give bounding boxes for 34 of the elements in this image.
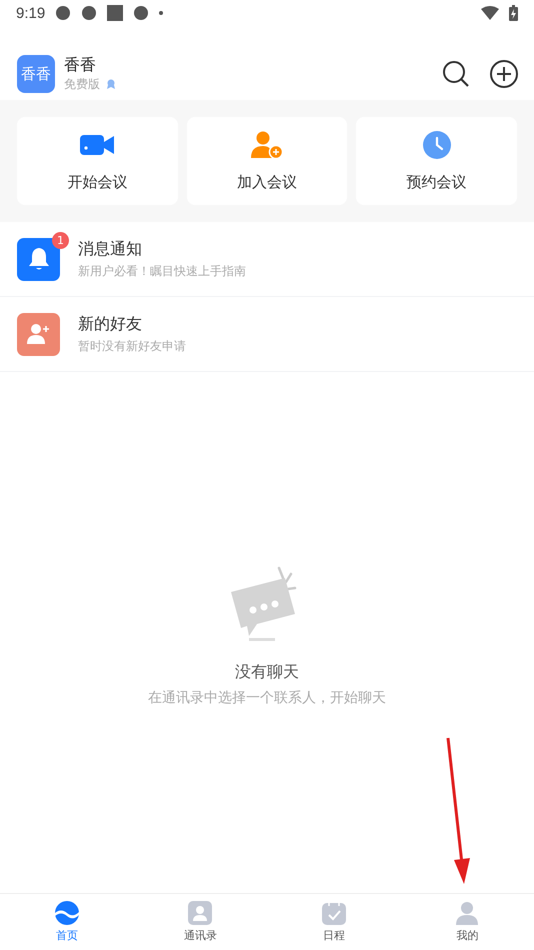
wifi-icon xyxy=(481,6,499,20)
calendar-icon xyxy=(322,901,346,925)
add-person-icon xyxy=(250,130,283,158)
action-card[interactable]: 开始会议 xyxy=(17,117,178,205)
contact-icon xyxy=(188,901,212,925)
user-name: 香香 xyxy=(64,55,97,76)
status-time: 9:19 xyxy=(16,4,46,22)
person-icon xyxy=(455,901,480,925)
unread-badge: 1 xyxy=(52,232,69,248)
add-icon[interactable] xyxy=(490,60,518,88)
item-subtitle: 新用户必看！瞩目快速上手指南 xyxy=(78,262,246,280)
battery-icon xyxy=(509,5,518,21)
dot-icon xyxy=(159,11,164,15)
list-item[interactable]: 新的好友 暂时没有新好友申请 xyxy=(0,297,534,372)
action-card[interactable]: 加入会议 xyxy=(186,117,348,205)
bell-icon xyxy=(28,247,50,271)
list-item[interactable]: 1 消息通知 新用户必看！瞩目快速上手指南 xyxy=(0,222,534,297)
nav-tab[interactable]: 我的 xyxy=(400,894,534,950)
action-card[interactable]: 预约会议 xyxy=(356,117,517,205)
nav-tab[interactable]: 首页 xyxy=(0,894,134,950)
square-icon xyxy=(107,5,124,21)
clock-icon xyxy=(422,130,451,158)
nav-tab[interactable]: 通讯录 xyxy=(134,894,267,950)
search-icon[interactable] xyxy=(442,60,470,88)
nav-tab[interactable]: 日程 xyxy=(267,894,400,950)
badge-icon xyxy=(106,79,116,90)
empty-title: 没有聊天 xyxy=(235,662,299,683)
add-person-icon xyxy=(26,323,50,345)
item-title: 新的好友 xyxy=(78,314,143,334)
item-title: 消息通知 xyxy=(78,238,143,260)
plan-label: 免费版 xyxy=(64,76,100,93)
wave-logo-icon xyxy=(54,901,79,925)
item-subtitle: 暂时没有新好友申请 xyxy=(78,338,186,354)
empty-hint: 在通讯录中选择一个联系人，开始聊天 xyxy=(148,689,386,707)
